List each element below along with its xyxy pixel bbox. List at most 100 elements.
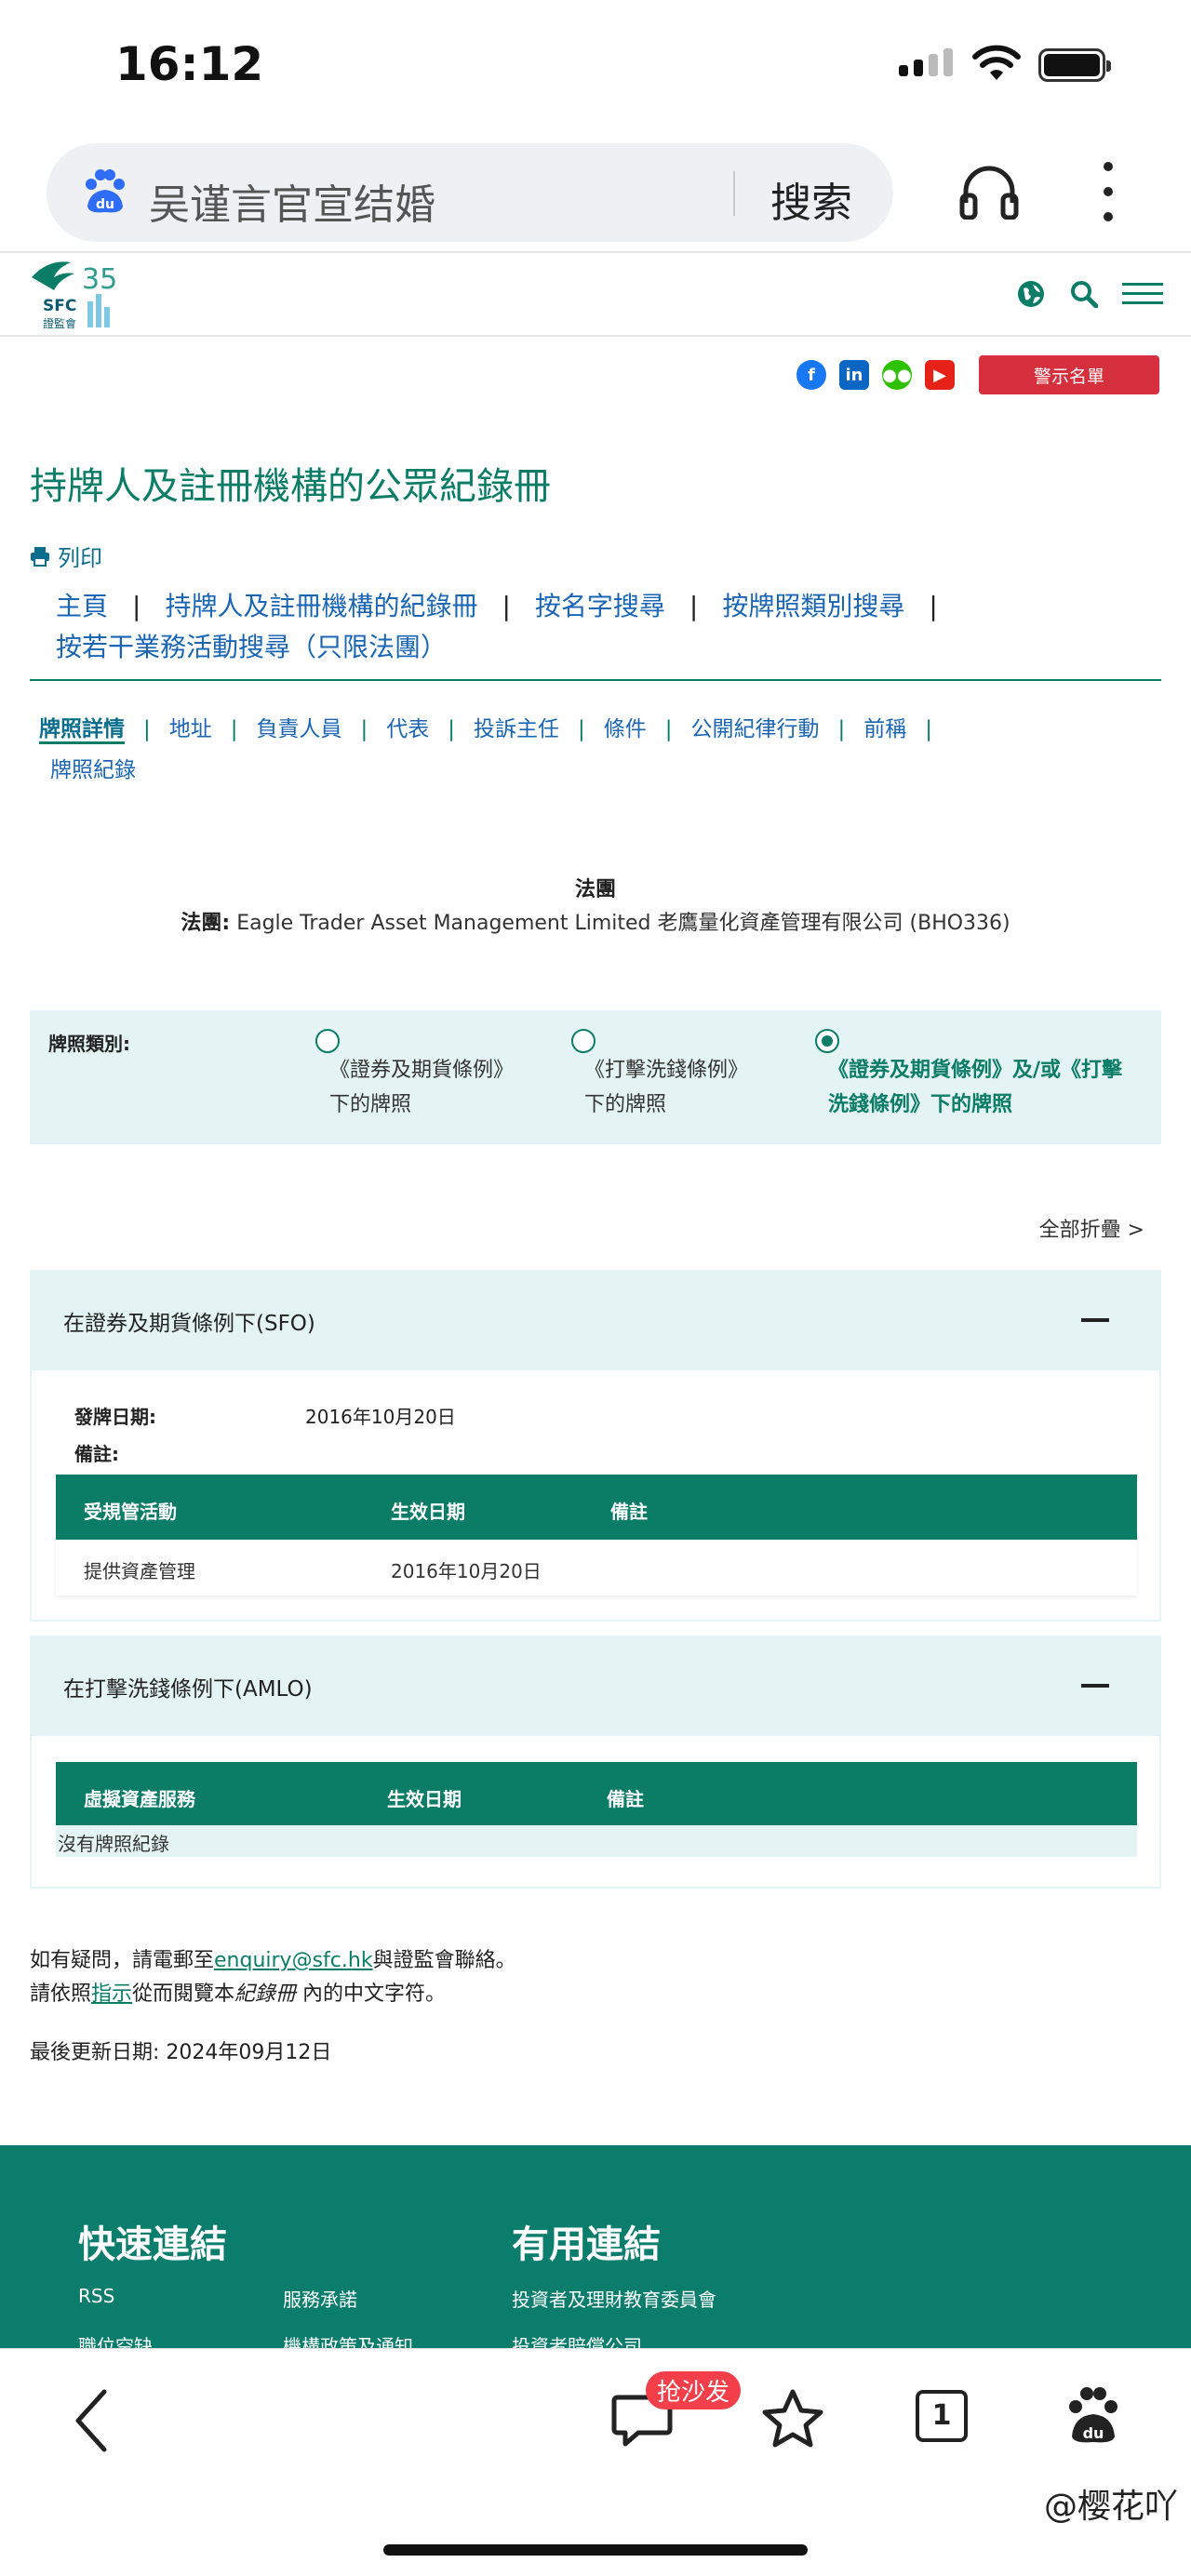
warning-list-button[interactable]: 警示名單 — [979, 355, 1159, 394]
effective-date-cell: 2016年10月20日 — [391, 1560, 542, 1582]
entity-name: Eagle Trader Asset Management Limited 老鷹… — [236, 912, 1010, 935]
wechat-icon[interactable]: ●● — [882, 360, 912, 390]
sfo-section-title: 在證券及期貨條例下(SFO) — [63, 1312, 315, 1336]
tab-conditions[interactable]: 條件 — [604, 717, 647, 741]
search-icon[interactable] — [1070, 280, 1098, 308]
radio-amlo[interactable] — [571, 1029, 596, 1053]
comment-badge: 抢沙发 — [646, 2371, 742, 2409]
facebook-icon[interactable]: f — [796, 360, 826, 390]
quick-links-title: 快速連結 — [78, 2223, 227, 2266]
activity-cell: 提供資產管理 — [84, 1560, 195, 1582]
breadcrumb-divider — [30, 679, 1161, 681]
site-footer: 快速連結 有用連結 RSS 服務承諾 職位空缺 機構政策及通知 投資者及理財教育… — [0, 2145, 1191, 2357]
browser-search-button[interactable]: 搜索 — [770, 169, 852, 229]
more-menu-icon[interactable] — [1104, 162, 1117, 237]
collapse-minus-icon[interactable] — [1081, 1318, 1109, 1322]
browser-bottom-nav: 抢沙发 1 du @樱花吖 — [0, 2348, 1191, 2576]
browser-search-box[interactable]: du 吴谨言官宣结婚 搜索 — [47, 143, 893, 242]
browser-query-text: 吴谨言官宣结婚 — [149, 181, 435, 229]
amlo-section-title: 在打擊洗錢條例下(AMLO) — [63, 1677, 313, 1702]
footer-link[interactable]: 服務承諾 — [283, 2285, 357, 2312]
home-indicator[interactable] — [383, 2544, 808, 2556]
printer-icon — [31, 546, 49, 567]
tab-complaints-officer[interactable]: 投訴主任 — [474, 717, 559, 741]
tab-representatives[interactable]: 代表 — [386, 717, 429, 741]
svg-text:du: du — [96, 197, 114, 212]
tab-count-button[interactable]: 1 — [916, 2390, 968, 2442]
back-arrow-icon[interactable] — [73, 2388, 110, 2453]
status-bar: 16:12 — [0, 0, 1191, 130]
column-header: 虛擬資產服務 — [84, 1788, 195, 1810]
svg-text:SFC: SFC — [43, 297, 76, 315]
entity-type: 法團 — [574, 878, 616, 901]
license-type-selector: 牌照類別: 《證券及期貨條例》 下的牌照 《打擊洗錢條例》 下的牌照 《證券及期貨條… — [30, 1010, 1161, 1144]
search-divider — [733, 171, 735, 216]
radio-sfo-and-amlo[interactable] — [815, 1029, 839, 1053]
svg-text:證監會: 證監會 — [43, 316, 76, 330]
sfc-logo[interactable]: 35 SFC 證監會 — [26, 255, 128, 333]
amlo-section-body: 虛擬資產服務 生效日期 備註 沒有牌照紀錄 — [30, 1736, 1161, 1889]
language-globe-icon[interactable] — [1016, 279, 1046, 309]
column-header: 備註 — [607, 1788, 644, 1810]
breadcrumb-search-by-name[interactable]: 按名字搜尋 — [535, 591, 665, 621]
cellular-signal-icon — [899, 48, 953, 76]
footer-link[interactable]: RSS — [78, 2285, 114, 2307]
print-link[interactable]: 列印 — [30, 540, 102, 572]
radio-sfo[interactable] — [315, 1029, 340, 1053]
footer-link[interactable]: 投資者及理財教育委員會 — [512, 2285, 716, 2312]
baidu-home-icon[interactable]: du — [1064, 2384, 1122, 2446]
collapse-all-link[interactable]: 全部折疊 > — [1039, 1213, 1144, 1243]
last-updated: 最後更新日期: 2024年09月12日 — [30, 2041, 332, 2064]
issue-date-label: 發牌日期: — [74, 1406, 156, 1428]
watermark-text: @樱花吖 — [1043, 2488, 1178, 2526]
breadcrumb-register[interactable]: 持牌人及註冊機構的紀錄冊 — [165, 591, 477, 621]
tab-disciplinary-actions[interactable]: 公開紀律行動 — [691, 717, 820, 741]
entity-label: 法團: — [181, 912, 231, 935]
issue-date-value: 2016年10月20日 — [305, 1406, 456, 1428]
print-label: 列印 — [58, 545, 102, 571]
license-type-label: 牌照類別: — [48, 1033, 130, 1055]
radio-sfo-label[interactable]: 《證券及期貨條例》 下的牌照 — [329, 1053, 514, 1122]
tab-license-record[interactable]: 牌照紀錄 — [50, 758, 136, 782]
radio-amlo-label[interactable]: 《打擊洗錢條例》 下的牌照 — [584, 1053, 748, 1122]
svg-text:du: du — [1083, 2424, 1104, 2442]
battery-icon — [1038, 48, 1111, 82]
tab-license-details[interactable]: 牌照詳情 — [39, 717, 125, 744]
tab-former-names[interactable]: 前稱 — [863, 717, 906, 741]
linkedin-icon[interactable]: in — [839, 360, 869, 390]
column-header: 備註 — [610, 1501, 648, 1523]
entity-name-line: 法團: Eagle Trader Asset Management Limite… — [0, 906, 1191, 936]
breadcrumb-home[interactable]: 主頁 — [56, 591, 108, 621]
site-header: 35 SFC 證監會 — [0, 251, 1191, 337]
radio-sfo-and-amlo-label[interactable]: 《證券及期貨條例》及/或《打擊 洗錢條例》下的牌照 — [828, 1053, 1122, 1122]
baidu-paw-icon: du — [86, 169, 125, 213]
sfo-section-body: 發牌日期: 2016年10月20日 備註: 受規管活動 生效日期 備註 提供資產… — [30, 1370, 1161, 1622]
svg-text:35: 35 — [82, 263, 117, 296]
breadcrumb: 主頁 | 持牌人及註冊機構的紀錄冊 | 按名字搜尋 | 按牌照類別搜尋 | 按若干業務活動搜尋… — [56, 591, 938, 662]
email-link[interactable]: enquiry@sfc.hk — [214, 1949, 373, 1972]
column-header: 受規管活動 — [84, 1501, 177, 1523]
sfo-table-header: 受規管活動 生效日期 備註 — [56, 1475, 1137, 1540]
useful-links-title: 有用連結 — [512, 2223, 661, 2266]
headphone-icon[interactable] — [958, 162, 1020, 220]
detail-tabs: 牌照詳情 | 地址 | 負責人員 | 代表 | 投訴主任 | 條件 | 公開紀律行動 | 前稱 | 牌照紀錄 — [39, 717, 932, 782]
sfo-section-header[interactable]: 在證券及期貨條例下(SFO) — [30, 1270, 1161, 1370]
page-title: 持牌人及註冊機構的公眾紀錄冊 — [30, 465, 551, 508]
breadcrumb-search-by-activity[interactable]: 按若干業務活動搜尋（只限法團） — [56, 632, 447, 662]
amlo-section-header[interactable]: 在打擊洗錢條例下(AMLO) — [30, 1635, 1161, 1736]
youtube-icon[interactable]: ▶ — [925, 360, 955, 390]
instructions-link[interactable]: 指示 — [91, 1982, 132, 2006]
column-header: 生效日期 — [387, 1788, 462, 1810]
hamburger-menu-icon[interactable] — [1122, 281, 1163, 307]
star-favorite-icon[interactable] — [761, 2388, 824, 2449]
breadcrumb-search-by-license[interactable]: 按牌照類別搜尋 — [722, 591, 904, 621]
collapse-minus-icon[interactable] — [1081, 1684, 1109, 1688]
social-links: f in ●● ▶ 警示名單 — [796, 355, 1159, 394]
no-record-message: 沒有牌照紀錄 — [56, 1825, 1137, 1857]
remarks-label: 備註: — [74, 1443, 119, 1465]
amlo-table-header: 虛擬資產服務 生效日期 備註 — [56, 1762, 1137, 1825]
tab-address[interactable]: 地址 — [169, 717, 212, 741]
column-header: 生效日期 — [391, 1501, 465, 1523]
tab-responsible-officers[interactable]: 負責人員 — [257, 717, 342, 741]
wifi-icon — [972, 45, 1021, 80]
